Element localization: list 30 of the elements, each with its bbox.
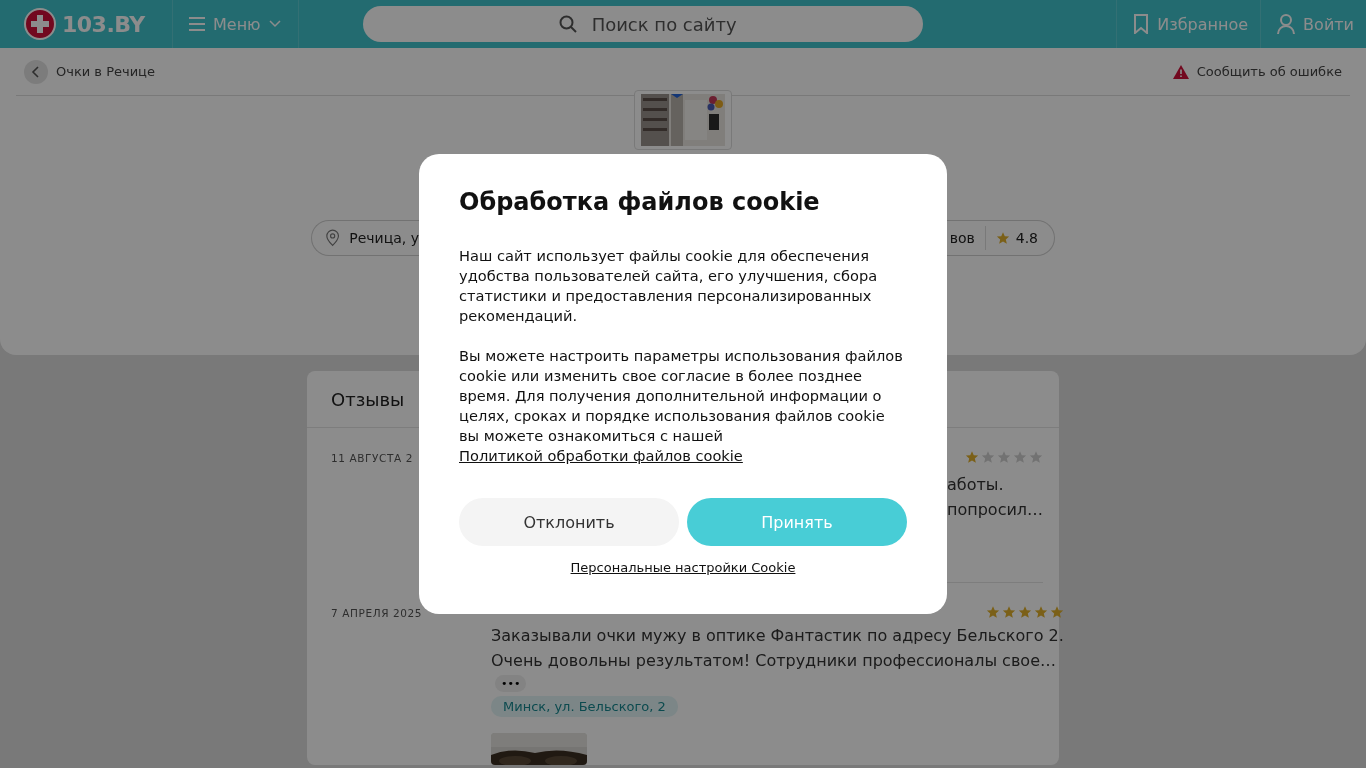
warning-icon <box>1172 64 1189 79</box>
dialog-text: Наш сайт использует файлы cookie для обеспечения удобства пользователей сайта, его улучшения, сбора статистики и предоставления персонализированных рекомендаций. <box>459 246 879 326</box>
report-error-link[interactable]: Сообщить об ошибке <box>1172 64 1342 79</box>
chevron-down-icon <box>268 20 281 28</box>
review-date: 7 АПРЕЛЯ 2025 <box>331 606 424 621</box>
cookie-settings-link[interactable]: Персональные настройки Cookie <box>570 560 796 575</box>
star-icon <box>995 231 1010 245</box>
location-pin-icon <box>326 228 340 248</box>
menu-icon <box>189 17 205 31</box>
review-text: Заказывали очки мужу в оптике Фантастик по адресу Бельского 2. <box>491 625 1064 647</box>
address-tag[interactable]: Минск, ул. Бельского, 2 <box>491 696 678 717</box>
review-text: попросил… <box>947 499 1044 521</box>
review-text: аботы. <box>947 474 1005 496</box>
user-icon <box>1277 14 1296 34</box>
rating-value: 4.8 <box>1015 230 1038 246</box>
back-link[interactable]: Очки в Речице <box>24 59 155 84</box>
cross-logo-icon[interactable] <box>24 8 56 40</box>
address-chip[interactable]: Речица, у <box>311 220 419 256</box>
more-button[interactable]: ••• <box>495 675 527 692</box>
review-text: Очень довольны результатом! Сотрудники профессионалы свое… <box>491 650 1057 672</box>
bookmark-icon <box>1133 14 1150 34</box>
search-icon <box>558 15 577 33</box>
dialog-text: Вы можете настроить параметры использования файлов cookie или изменить свое согласие в более позднее время. Для получения дополнительной информации о целях, сроках и порядке использования файлов cookie вы можете ознакомиться с нашей Политикой обработки файлов cookie <box>459 346 904 466</box>
shop-thumbnail[interactable] <box>634 90 732 150</box>
policy-link[interactable]: Политикой обработки файлов cookie <box>459 447 743 464</box>
decline-button[interactable]: Отклонить <box>459 498 679 546</box>
search-field[interactable]: Поиск по сайту <box>362 6 923 42</box>
dialog-title: Обработка файлов cookie <box>459 188 821 216</box>
reviews-count[interactable]: вов <box>949 230 975 246</box>
reviews-heading: Отзывы <box>331 388 405 410</box>
